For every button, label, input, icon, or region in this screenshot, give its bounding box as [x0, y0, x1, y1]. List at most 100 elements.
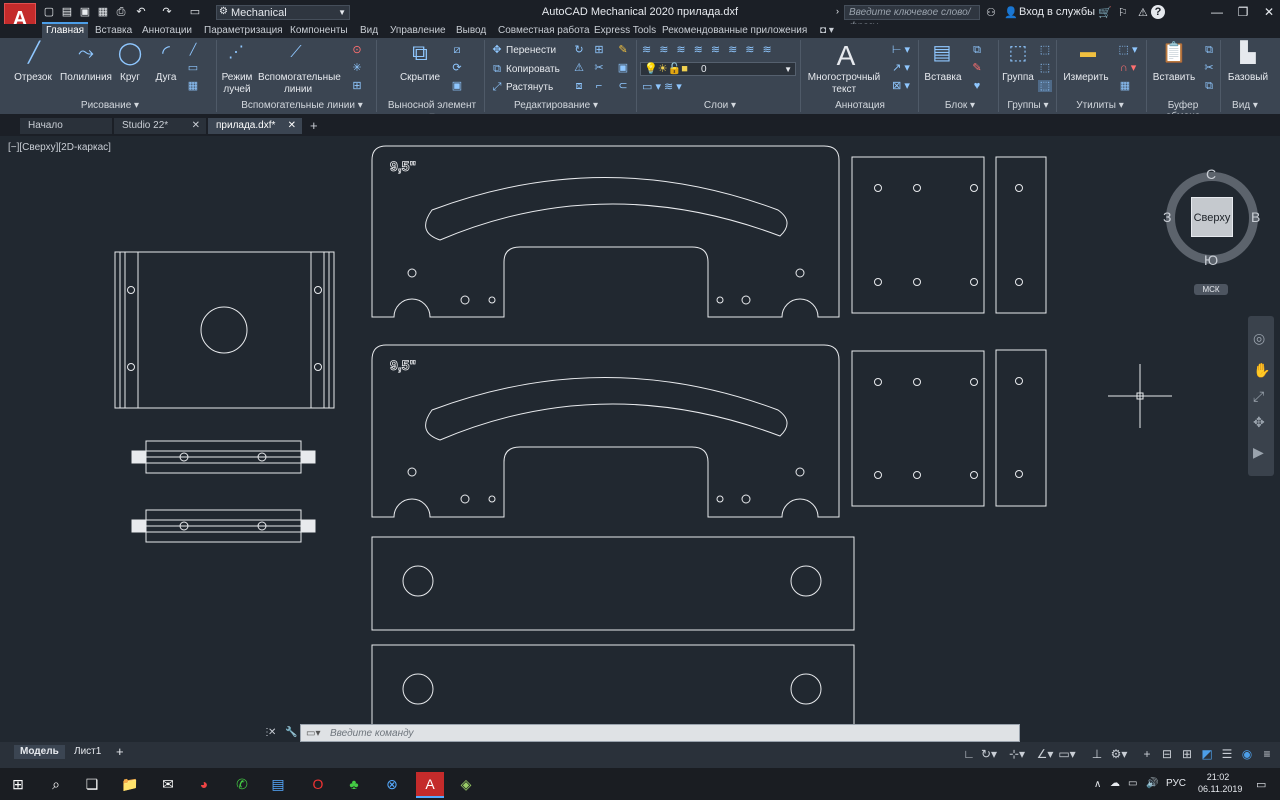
quick-props-icon[interactable]: ◩	[1198, 746, 1216, 762]
base-view-button[interactable]: Базовый	[1226, 72, 1270, 84]
command-history-icon[interactable]: ▭▾	[306, 728, 320, 739]
erase-icon[interactable]: ✎	[616, 44, 630, 56]
minimize-icon[interactable]: —	[1206, 3, 1228, 21]
detail-edit-icon[interactable]: ▣	[450, 80, 464, 92]
cart-icon[interactable]: 🛒	[1098, 6, 1112, 19]
polyline-icon[interactable]: ⤳	[72, 43, 100, 63]
center-mark-icon[interactable]: ⊙	[350, 44, 364, 56]
dimension-icon[interactable]: ⊢ ▾	[890, 44, 912, 56]
copy-button[interactable]: Копировать	[506, 64, 560, 75]
green-app-icon[interactable]: ♣	[340, 772, 368, 796]
help-button[interactable]: ?	[1151, 5, 1165, 19]
close-icon[interactable]: ✕	[1258, 3, 1280, 21]
print-icon[interactable]: ⎙	[114, 6, 128, 18]
selection-cycle-icon[interactable]: ▭▾	[1058, 746, 1076, 762]
copy-icon[interactable]: ⧉	[490, 63, 504, 75]
whatsapp-icon[interactable]: ✆	[228, 772, 256, 796]
new-icon[interactable]: ▢	[42, 6, 56, 18]
panel-title-construction[interactable]: Вспомогательные линии ▾	[232, 100, 372, 111]
polyline-button[interactable]: Полилиния	[58, 72, 114, 84]
isolate-icon[interactable]: ⊟	[1158, 746, 1176, 762]
compass-east[interactable]: В	[1251, 209, 1260, 225]
circle-button[interactable]: Круг	[114, 72, 146, 84]
hatch-icon[interactable]: ▦	[186, 80, 200, 92]
viewport-controls[interactable]: [−][Сверху][2D-каркас]	[8, 142, 111, 153]
redo-icon[interactable]: ↷	[160, 6, 174, 18]
offset-icon[interactable]: ⊂	[616, 80, 630, 92]
arc-button[interactable]: Дуга	[150, 72, 182, 84]
polar-icon[interactable]: ↻▾	[980, 746, 998, 762]
move-icon[interactable]: ✥	[490, 44, 504, 56]
cut-icon[interactable]: ✂	[1202, 62, 1216, 74]
tab-model[interactable]: Модель	[14, 745, 65, 759]
drawing-canvas[interactable]	[0, 136, 1280, 742]
group-button[interactable]: Группа	[1000, 72, 1036, 84]
construction-line-icon[interactable]: ⟋	[284, 44, 308, 62]
tab-view[interactable]: Вид	[356, 24, 382, 38]
group-edit-icon[interactable]: ⬚	[1038, 62, 1052, 74]
file-tab-prilada[interactable]: прилада.dxf* ✕	[208, 118, 302, 134]
create-block-icon[interactable]: ⧉	[970, 44, 984, 56]
open-icon[interactable]: ▤	[60, 6, 74, 18]
chevron-right-icon[interactable]: ›	[836, 6, 839, 16]
file-explorer-icon[interactable]: 📁	[116, 772, 144, 796]
edit-block-icon[interactable]: ✎	[970, 62, 984, 74]
compass-south[interactable]: Ю	[1204, 252, 1218, 268]
binoculars-icon[interactable]: ⚇	[986, 6, 996, 19]
line-button[interactable]: Отрезок	[10, 72, 56, 84]
tab-featured-apps[interactable]: Рекомендованные приложения	[658, 24, 811, 38]
copy-base-icon[interactable]: ⧉	[1202, 80, 1216, 92]
axis-icon[interactable]: ⊞	[350, 80, 364, 92]
onedrive-icon[interactable]: ☁	[1110, 778, 1120, 789]
ortho-icon[interactable]: ∟	[960, 746, 978, 762]
stretch-icon[interactable]: ⤢	[490, 81, 504, 93]
steering-wheel-icon[interactable]: ◎	[1253, 330, 1265, 347]
share-icon[interactable]: ▭	[188, 6, 202, 18]
panel-title-modify[interactable]: Редактирование ▾	[508, 100, 604, 111]
detail-icon[interactable]: ⧄	[450, 44, 464, 56]
rotate-icon[interactable]: ↻	[572, 44, 586, 56]
tab-insert[interactable]: Вставка	[91, 24, 136, 38]
save-icon[interactable]: ▣	[78, 6, 92, 18]
chrome-icon[interactable]: ◕	[190, 772, 218, 796]
tray-chevron-icon[interactable]: ∧	[1094, 779, 1101, 790]
angle-icon[interactable]: ∠▾	[1036, 746, 1054, 762]
ray-mode-button[interactable]: Режим лучей	[218, 72, 256, 96]
showmotion-icon[interactable]: ▶	[1253, 444, 1264, 461]
layer-tools-icon[interactable]: ≋≋≋≋≋≋≋≋	[642, 44, 792, 56]
pan-icon[interactable]: ✋	[1253, 362, 1270, 379]
hide-button[interactable]: Скрытие	[398, 72, 442, 84]
array-icon[interactable]: ⊞	[592, 44, 606, 56]
move-button[interactable]: Перенести	[506, 45, 556, 56]
tab-parametric[interactable]: Параметризация	[200, 24, 287, 38]
tab-home[interactable]: Главная	[42, 22, 89, 38]
panel-title-utilities[interactable]: Утилиты ▾	[1070, 100, 1130, 111]
restore-icon[interactable]: ❐	[1232, 3, 1254, 21]
point-style-icon[interactable]: ∩ ▾	[1118, 62, 1138, 74]
ray-icon[interactable]: ╱	[186, 44, 200, 56]
tab-components[interactable]: Компоненты	[286, 24, 352, 38]
group-select-icon[interactable]: ⬚	[1038, 80, 1052, 92]
explode-icon[interactable]: ▣	[616, 62, 630, 74]
table-icon[interactable]: ⊠ ▾	[890, 80, 912, 92]
paste-icon[interactable]: 📋	[1160, 43, 1188, 63]
notification-icon[interactable]: ▭	[1256, 778, 1266, 791]
mtext-icon[interactable]: A	[834, 40, 858, 72]
customize-icon[interactable]: ≡	[1258, 746, 1276, 762]
mtext-button[interactable]: Многострочный текст	[806, 72, 882, 96]
wrench-icon[interactable]: 🔧	[285, 727, 297, 738]
panel-title-groups[interactable]: Группы ▾	[1002, 100, 1054, 111]
file-tab-studio[interactable]: Studio 22* ✕	[114, 118, 206, 134]
hide-icon[interactable]: ⧉	[406, 42, 434, 64]
plus-icon[interactable]: +	[1138, 746, 1156, 762]
panel-title-view[interactable]: Вид ▾	[1222, 100, 1268, 111]
language-indicator[interactable]: РУС	[1166, 778, 1186, 789]
paste-button[interactable]: Вставить	[1152, 72, 1196, 84]
tab-output[interactable]: Вывод	[452, 24, 490, 38]
command-input[interactable]: Введите команду	[330, 728, 414, 739]
hardware-accel-icon[interactable]: ⊞	[1178, 746, 1196, 762]
viewcube-face[interactable]: Сверху	[1191, 197, 1233, 237]
orbit-icon[interactable]: ✥	[1253, 414, 1265, 431]
group-icon[interactable]: ⬚	[1004, 43, 1032, 63]
scale-icon[interactable]: ⧈	[572, 80, 586, 92]
